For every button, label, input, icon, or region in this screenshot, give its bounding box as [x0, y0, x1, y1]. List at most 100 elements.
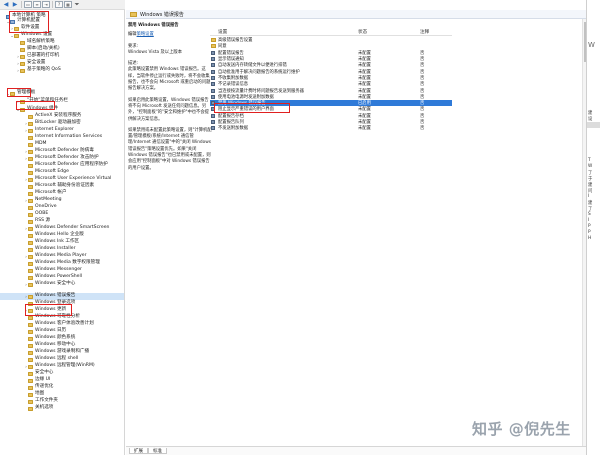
tree-item[interactable]: Windows Messenger	[0, 267, 124, 274]
setting-name: 自动发送内存转储文件以便进行排错	[218, 63, 287, 69]
folder-icon	[20, 61, 25, 66]
folder-icon	[28, 406, 33, 411]
tree-item[interactable]: 域名解析策略	[0, 39, 124, 46]
tree-item[interactable]: › Windows 安全中心	[0, 281, 124, 288]
policy-setting-icon	[211, 82, 215, 87]
tree-item[interactable]: Windows 日历	[0, 328, 124, 335]
highlight-selected-policy	[214, 103, 290, 113]
up-folder-icon[interactable]: ▭	[24, 1, 32, 8]
folder-icon	[28, 114, 33, 119]
column-state[interactable]: 状态	[358, 29, 367, 35]
background-window-text: S	[588, 212, 591, 217]
tree-item[interactable]: › Windows 远程管理(WinRM)	[0, 363, 124, 370]
tree-item[interactable]: › 安全设置	[0, 60, 124, 67]
tree-item[interactable]: OOBE	[0, 211, 124, 218]
tree-item[interactable]: Windows 游戏录制和广播	[0, 349, 124, 356]
background-window-text: T	[588, 158, 591, 163]
tree-item[interactable]: Windows 客户体验改善计划	[0, 321, 124, 328]
tab-standard[interactable]: 标准	[148, 448, 167, 454]
tree-item[interactable]: Internet Information Services	[0, 134, 124, 141]
tree-item[interactable]: Microsoft Edge	[0, 169, 124, 176]
highlight-windows-error-reporting	[25, 304, 72, 316]
tree-item[interactable]: › Internet Explorer	[0, 127, 124, 134]
tree-item-label: Windows 日历	[35, 328, 67, 334]
tree-item[interactable]: › Microsoft User Experience Virtual	[0, 176, 124, 183]
setting-name: 不记录错误信息	[218, 82, 249, 88]
tree-item[interactable]: RSS 源	[0, 218, 124, 225]
folder-icon	[20, 47, 25, 52]
tree-item-label: Microsoft Defender 攻击防护	[35, 155, 99, 161]
tree-item[interactable]: Windows Hello 企业版	[0, 232, 124, 239]
tree-item[interactable]: › Windows 错误报告	[0, 293, 124, 300]
tree-item[interactable]: › BitLocker 驱动器加密	[0, 120, 124, 127]
tree-item[interactable]: Microsoft 辅助身份验证因素	[0, 183, 124, 190]
folder-icon	[28, 191, 33, 196]
background-window-text: 设	[588, 117, 593, 122]
setting-row[interactable]: 不发送附加数据 未配置 否	[210, 125, 452, 131]
tree-item[interactable]: 脚本(启动/关机)	[0, 46, 124, 53]
tree-item[interactable]: Windows PowerShell	[0, 274, 124, 281]
tree-item[interactable]: Windows Installer	[0, 246, 124, 253]
tree-item[interactable]: Microsoft Defender 应用程序防护	[0, 162, 124, 169]
tree-item[interactable]: 边缘 UI	[0, 377, 124, 384]
tree-item[interactable]: › Microsoft Defender 攻击防护	[0, 155, 124, 162]
tree-item[interactable]: 传递优化	[0, 384, 124, 391]
tree-item[interactable]: Windows 颜色系统	[0, 335, 124, 342]
help-icon[interactable]: ?	[55, 1, 63, 8]
tree-item-label: Microsoft Defender 防病毒	[35, 148, 94, 154]
folder-icon	[28, 170, 33, 175]
tree-item[interactable]: ⌄ Windows 设置	[0, 32, 124, 39]
tree-item[interactable]: 地图	[0, 391, 124, 398]
background-window-heading: W	[588, 41, 595, 49]
background-window-text: W	[588, 164, 593, 169]
edit-prefix: 编辑	[128, 32, 137, 38]
tree-item-label: BitLocker 驱动器加密	[35, 120, 81, 126]
tab-extended[interactable]: 扩展	[129, 448, 148, 454]
tree-item-label: NetMeeting	[35, 197, 62, 203]
description-paragraph-1: 此策略设置禁用 Windows 错误报告。这样，当软件停止运行或失败时，将不会收…	[128, 67, 211, 92]
tree-item[interactable]: › Windows Media Player	[0, 253, 124, 260]
setting-state: 未配置	[358, 88, 371, 94]
tree-item[interactable]: 关机选项	[0, 405, 124, 412]
tree-item[interactable]: 安全中心	[0, 370, 124, 377]
tree-item[interactable]: Windows 移动中心	[0, 342, 124, 349]
tree-item-label: 安全中心	[35, 370, 54, 376]
tree-item-label: 域名解析策略	[27, 39, 55, 45]
tree-item[interactable]: › Windows Defender SmartScreen	[0, 225, 124, 232]
column-comment[interactable]: 注释	[420, 29, 429, 35]
tree-item[interactable]: MDM	[0, 141, 124, 148]
folder-icon	[28, 294, 33, 299]
tree-item-label: 工作文件夹	[35, 398, 58, 404]
filter-icon[interactable]: ⏷	[73, 1, 81, 8]
back-icon[interactable]: ◀	[2, 1, 10, 8]
highlight-admin-templates	[7, 88, 31, 97]
navigation-tree: 本地计算机 策略 ⌄ 计算机配置 › 软件设置 ⌄ Windows 设置 域名解析策略 脚本(启…	[0, 10, 125, 455]
tree-item[interactable]: Windows Media 数字权限管理	[0, 260, 124, 267]
tree-item[interactable]: Windows Ink 工作区	[0, 239, 124, 246]
tree-item[interactable]: OneDrive	[0, 204, 124, 211]
policy-setting-icon	[211, 113, 215, 118]
tree-item-label: Windows 设置	[21, 32, 53, 38]
forward-icon[interactable]: ▶	[11, 1, 19, 8]
folder-icon	[28, 350, 33, 355]
export-icon[interactable]: ⇥	[42, 1, 50, 8]
tree-item[interactable]: › 基于策略的 QoS	[0, 67, 124, 74]
background-window-text: H	[588, 236, 592, 241]
setting-comment: 否	[420, 126, 425, 132]
tree-item[interactable]: › 已部署的打印机	[0, 53, 124, 60]
tree-item[interactable]: ActiveX 安装程序服务	[0, 113, 124, 120]
folder-icon	[28, 149, 33, 154]
tree-item[interactable]: Microsoft 帐户	[0, 190, 124, 197]
folder-icon	[211, 38, 216, 43]
edit-policy-link[interactable]: 策略设置	[137, 32, 154, 37]
view-icon[interactable]: ▦	[64, 1, 72, 8]
tree-item-label: Windows 游戏录制和广播	[35, 349, 90, 355]
folder-icon	[28, 275, 33, 280]
tree-item[interactable]: › Microsoft Defender 防病毒	[0, 148, 124, 155]
tree-item[interactable]: 工作文件夹	[0, 398, 124, 405]
properties-icon[interactable]: ≡	[33, 1, 41, 8]
tree-item[interactable]: › NetMeeting	[0, 197, 124, 204]
tree-item[interactable]: Windows 远程 shell	[0, 356, 124, 363]
column-setting[interactable]: 设置	[218, 29, 227, 35]
folder-icon	[28, 233, 33, 238]
